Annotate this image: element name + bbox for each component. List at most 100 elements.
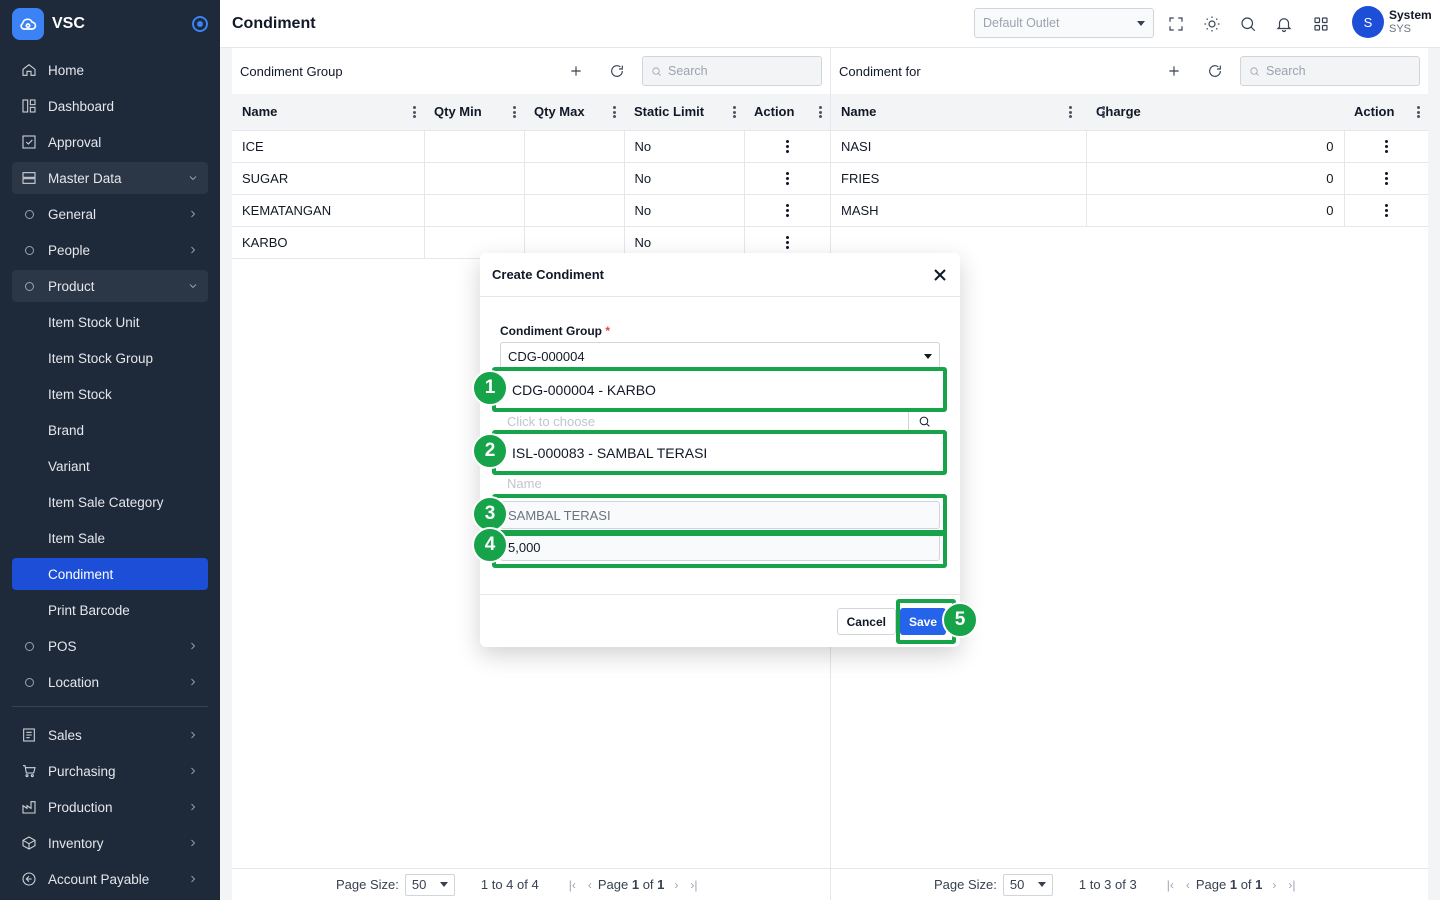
sidebar-item-variant[interactable]: Variant (12, 450, 208, 482)
callout-box-group-option[interactable]: CDG-000004 - KARBO (492, 367, 947, 412)
cell-name: SUGAR (232, 162, 425, 195)
row-actions-icon[interactable] (755, 235, 821, 249)
sidebar-item-people[interactable]: People (12, 234, 208, 266)
sidebar-item-sales[interactable]: Sales (12, 719, 208, 751)
table-row[interactable]: SUGAR No (232, 162, 830, 195)
dialog-title: Create Condiment (492, 267, 604, 282)
box-icon (20, 834, 38, 852)
refresh-icon[interactable] (1206, 62, 1224, 80)
table-row[interactable]: KEMATANGAN No (232, 194, 830, 227)
first-page-icon[interactable]: |‹ (569, 878, 576, 892)
sidebar: VSC Home Dashboard Approval Master Data … (0, 0, 220, 900)
chevron-right-icon (186, 764, 200, 778)
row-actions-icon[interactable] (1355, 203, 1419, 217)
sidebar-item-print-barcode[interactable]: Print Barcode (12, 594, 208, 626)
search-input[interactable] (668, 64, 808, 78)
add-icon[interactable] (567, 62, 585, 80)
cancel-button[interactable]: Cancel (836, 608, 896, 635)
sidebar-item-location[interactable]: Location (12, 666, 208, 698)
sidebar-item-inventory[interactable]: Inventory (12, 827, 208, 859)
sidebar-item-dashboard[interactable]: Dashboard (12, 90, 208, 122)
column-header-qty-min[interactable]: Qty Min (424, 94, 524, 131)
top-header: Condiment Default Outlet S System SYS (220, 0, 1440, 48)
sidebar-item-item-stock-group[interactable]: Item Stock Group (12, 342, 208, 374)
required-mark: * (605, 324, 611, 338)
column-header-charge[interactable]: Charge (1086, 94, 1344, 131)
page-size-value: 50 (1009, 877, 1025, 892)
column-menu-icon[interactable] (1417, 106, 1420, 118)
sidebar-item-master-data[interactable]: Master Data (12, 162, 208, 194)
table-row[interactable]: ICE No (232, 130, 830, 163)
outlet-select[interactable]: Default Outlet (974, 8, 1154, 38)
search-input[interactable] (1266, 64, 1406, 78)
column-header-name[interactable]: Name (831, 94, 1086, 131)
column-menu-icon[interactable] (733, 106, 736, 118)
user-menu[interactable]: S System SYS (1352, 6, 1432, 38)
sidebar-item-pos[interactable]: POS (12, 630, 208, 662)
column-menu-icon[interactable] (1069, 106, 1072, 118)
sidebar-item-production[interactable]: Production (12, 791, 208, 823)
row-actions-icon[interactable] (755, 139, 821, 153)
page-size-select[interactable]: 50 (404, 873, 455, 896)
column-header-qty-max[interactable]: Qty Max (524, 94, 624, 131)
sidebar-item-general[interactable]: General (12, 198, 208, 230)
row-actions-icon[interactable] (1355, 139, 1419, 153)
prev-page-icon[interactable]: ‹ (1186, 878, 1190, 892)
current-page: 1 (631, 877, 640, 892)
close-icon[interactable] (932, 267, 948, 283)
column-header-name[interactable]: Name (232, 94, 424, 131)
caret-down-icon (1037, 882, 1046, 887)
table-row[interactable]: FRIES 0 (831, 162, 1428, 195)
caret-down-icon (1137, 20, 1145, 26)
table-row[interactable]: MASH 0 (831, 194, 1428, 227)
sidebar-item-product[interactable]: Product (12, 270, 208, 302)
theme-sun-icon[interactable] (1201, 13, 1223, 35)
prev-page-icon[interactable]: ‹ (588, 878, 592, 892)
cell-qty-max (524, 130, 625, 163)
column-menu-icon[interactable] (513, 106, 516, 118)
column-menu-icon[interactable] (819, 106, 822, 118)
sidebar-item-brand[interactable]: Brand (12, 414, 208, 446)
sidebar-item-item-sale[interactable]: Item Sale (12, 522, 208, 554)
next-page-icon[interactable]: › (1272, 878, 1276, 892)
condiment-group-value: CDG-000004 (508, 348, 585, 364)
sidebar-item-item-sale-category[interactable]: Item Sale Category (12, 486, 208, 518)
search-box (642, 56, 822, 86)
callout-box-item-sale[interactable]: ISL-000083 - SAMBAL TERASI (492, 430, 947, 475)
chevron-right-icon (186, 207, 200, 221)
sidebar-item-item-stock[interactable]: Item Stock (12, 378, 208, 410)
first-page-icon[interactable]: |‹ (1167, 878, 1174, 892)
column-header-action[interactable]: Action (1344, 94, 1428, 131)
add-icon[interactable] (1165, 62, 1183, 80)
apps-grid-icon[interactable] (1310, 13, 1332, 35)
column-menu-icon[interactable] (613, 106, 616, 118)
sidebar-item-label: Item Stock Group (48, 350, 154, 366)
column-menu-icon[interactable] (413, 106, 416, 118)
fullscreen-icon[interactable] (1165, 13, 1187, 35)
sidebar-item-purchasing[interactable]: Purchasing (12, 755, 208, 787)
column-header-action[interactable]: Action (744, 94, 830, 131)
of-word: of (642, 877, 654, 892)
row-actions-icon[interactable] (1355, 171, 1419, 185)
current-page: 1 (1229, 877, 1238, 892)
refresh-icon[interactable] (608, 62, 626, 80)
row-actions-icon[interactable] (755, 203, 821, 217)
column-header-static-limit[interactable]: Static Limit (624, 94, 744, 131)
sidebar-item-label: People (48, 242, 91, 258)
sidebar-item-item-stock-unit[interactable]: Item Stock Unit (12, 306, 208, 338)
last-page-icon[interactable]: ›| (690, 878, 697, 892)
sidebar-item-home[interactable]: Home (12, 54, 208, 86)
sidebar-toggle-icon[interactable] (192, 16, 208, 32)
sidebar-item-approval[interactable]: Approval (12, 126, 208, 158)
next-page-icon[interactable]: › (674, 878, 678, 892)
row-actions-icon[interactable] (755, 171, 821, 185)
search-icon[interactable] (1237, 13, 1259, 35)
sidebar-item-condiment[interactable]: Condiment (12, 558, 208, 590)
column-menu-icon[interactable] (1102, 106, 1105, 118)
page-size-select[interactable]: 50 (1002, 873, 1053, 896)
sidebar-item-account-payable[interactable]: Account Payable (12, 863, 208, 895)
bell-icon[interactable] (1273, 13, 1295, 35)
table-row[interactable]: NASI 0 (831, 130, 1428, 163)
last-page-icon[interactable]: ›| (1288, 878, 1295, 892)
condiment-group-select[interactable]: CDG-000004 (500, 342, 940, 370)
